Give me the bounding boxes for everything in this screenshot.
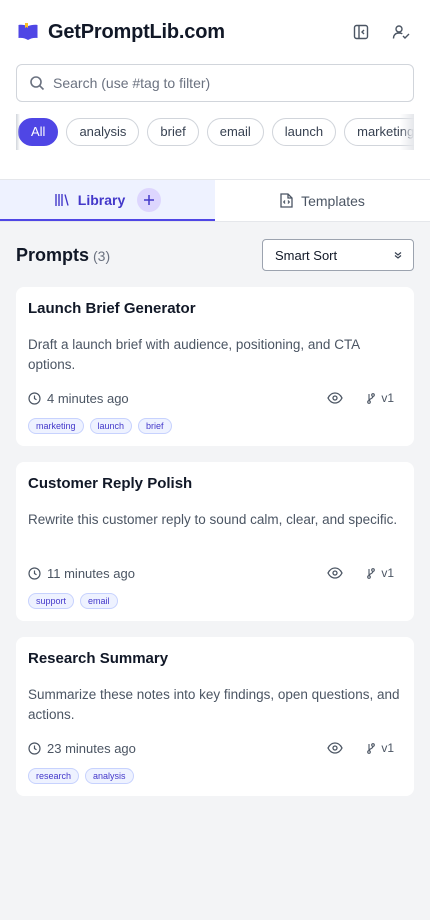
- library-icon: [54, 193, 70, 207]
- sort-select[interactable]: Smart Sort: [262, 239, 414, 271]
- user-check-icon[interactable]: [388, 19, 414, 45]
- card-meta: 4 minutes ago v1: [28, 389, 402, 407]
- prompt-card[interactable]: Customer Reply Polish Rewrite this custo…: [16, 462, 414, 621]
- card-description: Draft a launch brief with audience, posi…: [28, 337, 360, 372]
- card-title: Launch Brief Generator: [28, 300, 196, 317]
- search-icon: [29, 75, 45, 91]
- card-actions: v1: [327, 741, 394, 755]
- card-version-label: v1: [381, 566, 394, 580]
- tag-filter-email[interactable]: email: [206, 118, 264, 146]
- card-version: v1: [367, 391, 394, 405]
- tag-filter-analysis[interactable]: analysis: [66, 118, 140, 146]
- app-title: GetPromptLib.com: [48, 20, 225, 43]
- prompts-header: Prompts (3) Smart Sort: [16, 239, 414, 271]
- card-version-label: v1: [381, 391, 394, 405]
- card-title: Research Summary: [28, 650, 169, 667]
- tag-filter-brief[interactable]: brief: [147, 118, 199, 146]
- card-tags: support email: [28, 593, 402, 609]
- tab-library[interactable]: Library: [0, 180, 215, 221]
- card-tag[interactable]: research: [28, 768, 80, 784]
- tab-library-label: Library: [77, 191, 126, 208]
- prompts-title: Prompts: [16, 244, 90, 265]
- card-description: Summarize these notes into key findings,…: [28, 687, 400, 722]
- clock-icon: [28, 391, 41, 405]
- clock-icon: [28, 566, 41, 580]
- clock-icon: [28, 741, 41, 755]
- tag-filter-bar[interactable]: All analysis brief email launch marketin…: [16, 114, 414, 150]
- card-meta: 23 minutes ago v1: [28, 739, 402, 757]
- tag-filter-marketing[interactable]: marketing: [344, 118, 414, 146]
- card-tag[interactable]: support: [28, 593, 75, 609]
- eye-icon[interactable]: [327, 392, 344, 404]
- chevrons-up-down-icon: [393, 250, 403, 260]
- prompts-count: (3): [93, 248, 111, 264]
- view-tabs: Library Templates: [0, 180, 430, 222]
- tab-templates[interactable]: Templates: [215, 180, 430, 221]
- search-input[interactable]: [53, 75, 401, 91]
- card-title: Customer Reply Polish: [28, 475, 193, 492]
- card-time: 4 minutes ago: [47, 390, 129, 406]
- header: GetPromptLib.com: [16, 16, 414, 48]
- card-description: Rewrite this customer reply to sound cal…: [28, 512, 398, 527]
- eye-icon[interactable]: [327, 742, 344, 754]
- card-time: 11 minutes ago: [47, 565, 135, 581]
- tag-filter-launch[interactable]: launch: [271, 118, 337, 146]
- search-box[interactable]: [16, 64, 414, 102]
- card-tags: research analysis: [28, 768, 402, 784]
- card-version: v1: [367, 566, 394, 580]
- card-tag[interactable]: launch: [89, 418, 133, 434]
- book-open-icon: [16, 20, 40, 44]
- top-panel: GetPromptLib.com Search (use #tag to fil…: [0, 0, 430, 180]
- prompt-card[interactable]: Launch Brief Generator Draft a launch br…: [16, 287, 414, 446]
- tag-filter-all[interactable]: All: [18, 118, 59, 146]
- card-tags: marketing launch brief: [28, 418, 402, 434]
- card-actions: v1: [327, 391, 394, 405]
- tag-filter-list: All analysis brief email launch marketin…: [16, 114, 414, 150]
- card-version: v1: [367, 741, 394, 755]
- git-branch-icon: [367, 567, 376, 579]
- card-time: 23 minutes ago: [47, 740, 136, 756]
- git-branch-icon: [367, 742, 376, 754]
- plus-icon: [144, 194, 155, 205]
- card-tag[interactable]: analysis: [85, 768, 134, 784]
- file-code-icon: [280, 193, 293, 208]
- tab-templates-label: Templates: [301, 192, 365, 209]
- header-actions: [348, 19, 414, 45]
- card-tag[interactable]: marketing: [28, 418, 84, 434]
- git-branch-icon: [367, 392, 376, 404]
- card-meta: 11 minutes ago v1: [28, 564, 402, 582]
- card-version-label: v1: [381, 741, 394, 755]
- card-tag[interactable]: brief: [138, 418, 172, 434]
- card-tag[interactable]: email: [80, 593, 118, 609]
- sort-value: Smart Sort: [275, 247, 338, 263]
- add-prompt-button[interactable]: [137, 187, 162, 212]
- card-actions: v1: [327, 566, 394, 580]
- eye-icon[interactable]: [327, 567, 344, 579]
- sidebar-toggle-icon[interactable]: [348, 19, 374, 45]
- prompt-card[interactable]: Research Summary Summarize these notes i…: [16, 637, 414, 796]
